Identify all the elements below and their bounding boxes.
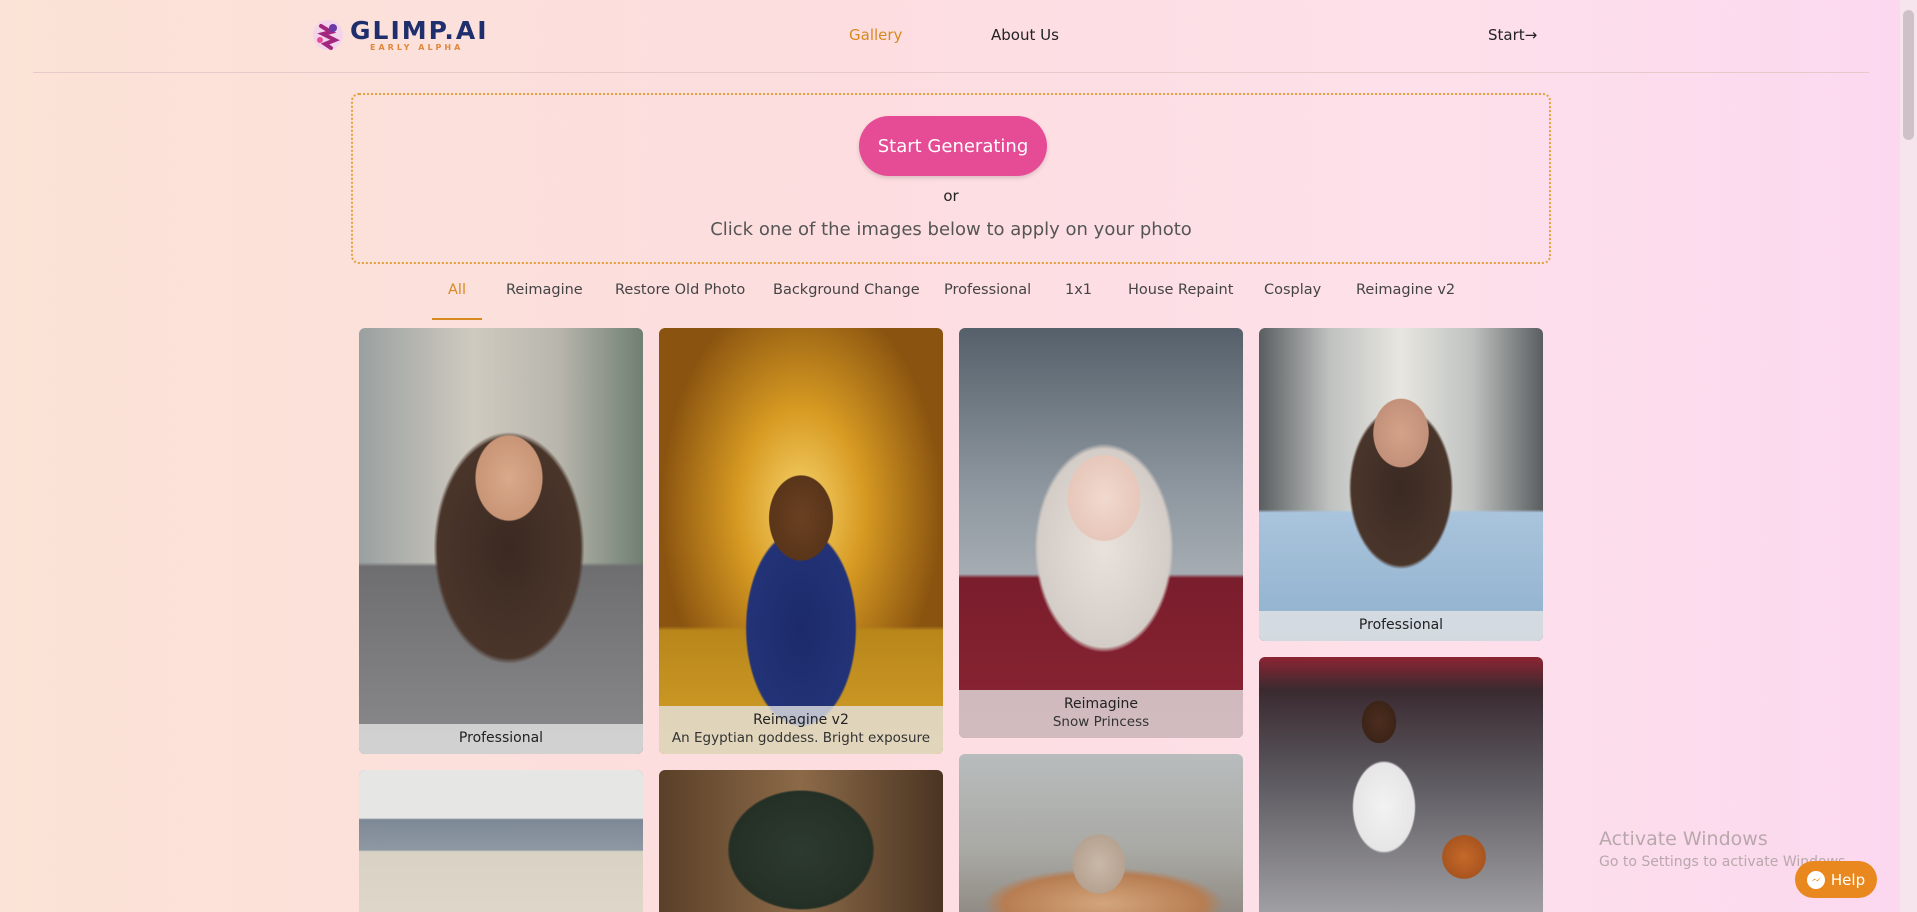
generate-panel: Start Generating or Click one of the ima… [351,93,1551,264]
tab-all[interactable]: All [432,268,482,320]
nav-about-us[interactable]: About Us [991,26,1059,44]
card-title: Professional [1358,617,1444,633]
card-caption: Reimagine v2 An Egyptian goddess. Bright… [659,706,943,754]
nav-gallery[interactable]: Gallery [849,26,902,44]
gallery-card[interactable] [959,754,1243,912]
logo-mark-icon [311,16,345,54]
tab-reimagine[interactable]: Reimagine [506,268,583,320]
house-image [359,770,643,912]
messenger-icon [1806,870,1825,889]
egyptian-goddess-image [659,328,943,754]
gallery-card[interactable]: Professional [1259,328,1543,641]
vintage-portrait-image [659,770,943,912]
portrait-image [359,328,643,754]
gallery-card[interactable]: Reimagine Snow Princess [959,328,1243,738]
professional-woman-image [1259,328,1543,641]
help-button[interactable]: Help [1795,861,1877,898]
logo-title: GLIMP.AI [350,16,489,45]
basketball-player-image [1259,657,1543,912]
tab-cosplay[interactable]: Cosplay [1264,268,1321,320]
card-caption: Professional [1259,611,1543,641]
logo[interactable]: GLIMP.AI EARLY ALPHA [311,16,489,54]
scrollbar-thumb[interactable] [1903,10,1914,140]
logo-subtitle: EARLY ALPHA [370,43,464,52]
gallery-card[interactable] [1259,657,1543,912]
start-link[interactable]: Start→ [1488,26,1537,44]
top-header [33,0,1869,73]
card-caption: Reimagine Snow Princess [959,690,1243,738]
help-label: Help [1830,870,1866,889]
gallery-card[interactable]: Reimagine v2 An Egyptian goddess. Bright… [659,328,943,754]
gallery-card[interactable] [659,770,943,912]
tab-professional[interactable]: Professional [944,268,1031,320]
tab-background-change[interactable]: Background Change [773,268,920,320]
tab-reimagine-v2[interactable]: Reimagine v2 [1356,268,1455,320]
snow-princess-image [959,328,1243,738]
hint-text: Click one of the images below to apply o… [710,219,1192,240]
tab-1x1[interactable]: 1x1 [1065,268,1092,320]
tab-restore-old-photo[interactable]: Restore Old Photo [615,268,745,320]
card-title: Reimagine [1063,696,1139,712]
page-scrollbar[interactable] [1900,0,1917,912]
gallery-card[interactable]: Professional [359,328,643,754]
tab-house-repaint[interactable]: House Repaint [1128,268,1233,320]
start-generating-button[interactable]: Start Generating [859,116,1047,176]
card-subtitle: An Egyptian goddess. Bright exposure [671,730,931,746]
or-text: or [943,187,959,205]
card-title: Professional [458,730,544,746]
card-caption: Professional [359,724,643,754]
gallery-card[interactable] [359,770,643,912]
card-subtitle: Snow Princess [1052,714,1150,730]
card-title: Reimagine v2 [753,712,849,728]
clouds-man-image [959,754,1243,912]
watermark-title: Activate Windows [1599,828,1768,850]
